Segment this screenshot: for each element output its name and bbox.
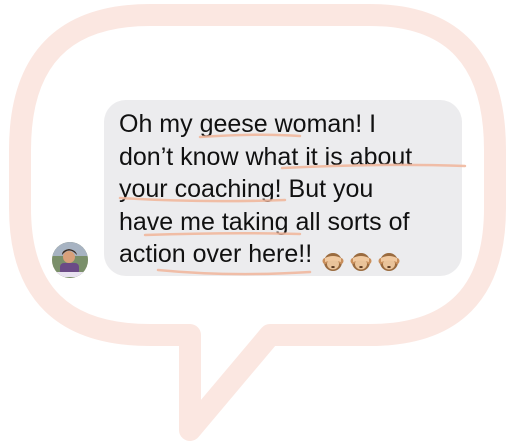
message-bubble: Oh my geese woman! I don’t know what it … [104,100,462,276]
message-line-4: have me taking all sorts of [119,207,410,236]
see-no-evil-monkey-icon [350,248,372,272]
message-line-1: Oh my geese woman! I [119,110,377,138]
message-line-5-wrap: action over here!! [119,238,452,275]
message-line-5: action over here!! [119,240,313,268]
message-line-3: your coaching! But you [119,175,374,203]
see-no-evil-monkey-icon [322,248,344,272]
message-line-2: don’t know what it is about [119,142,413,171]
see-no-evil-monkey-icon [378,248,400,272]
emoji-group [316,242,400,275]
avatar [52,242,88,278]
